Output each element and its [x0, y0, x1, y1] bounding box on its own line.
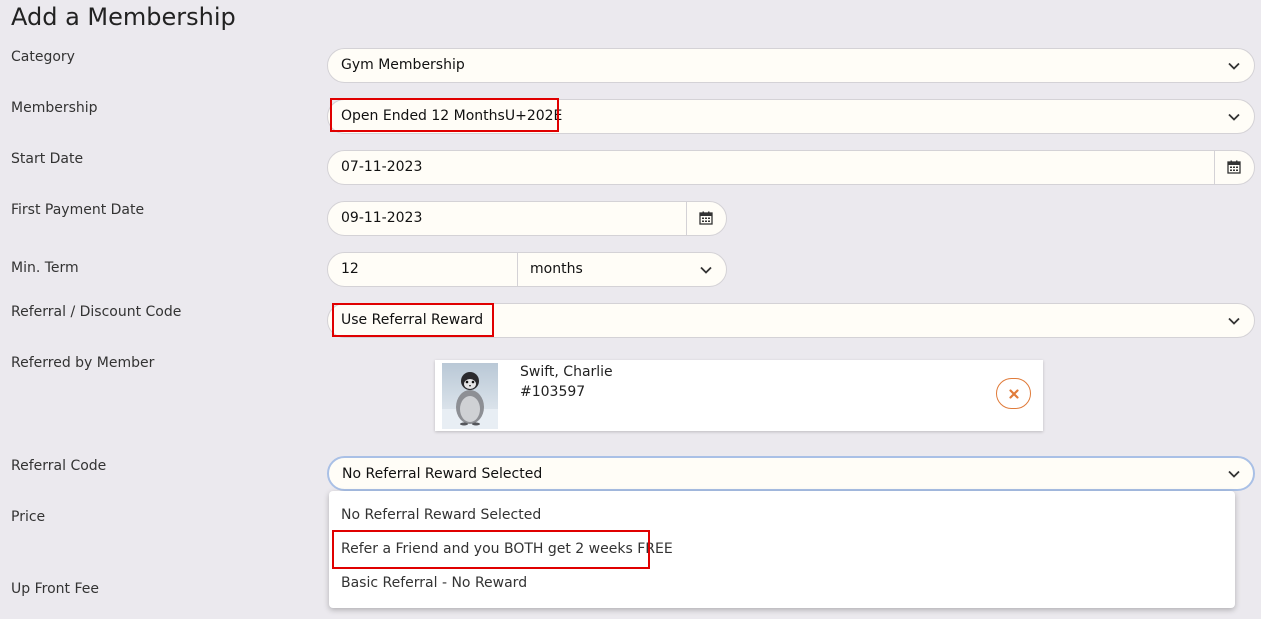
start-date-value: 07-11-2023	[341, 159, 423, 175]
first-payment-date-field[interactable]: 09-11-2023	[327, 201, 727, 236]
penguin-avatar-image	[442, 372, 498, 429]
category-value: Gym Membership	[341, 57, 465, 73]
calendar-icon	[699, 211, 713, 225]
close-icon	[1009, 389, 1019, 399]
calendar-icon	[1227, 160, 1241, 174]
category-label: Category	[11, 49, 75, 65]
up-front-fee-label: Up Front Fee	[11, 581, 99, 597]
page-title: Add a Membership	[11, 3, 236, 31]
referral-discount-highlight	[332, 303, 494, 337]
min-term-group: 12 months	[327, 252, 727, 287]
referred-member-card: Swift, Charlie #103597	[435, 360, 1043, 431]
min-term-label: Min. Term	[11, 260, 79, 276]
chevron-down-icon	[1228, 113, 1240, 121]
chevron-down-icon	[700, 266, 712, 274]
dropdown-option-basic-referral[interactable]: Basic Referral - No Reward	[341, 575, 527, 591]
chevron-down-icon	[1228, 470, 1240, 478]
min-term-unit-select[interactable]: months	[530, 261, 583, 277]
start-date-field[interactable]: 07-11-2023	[327, 150, 1255, 185]
referral-discount-code-label: Referral / Discount Code	[11, 304, 182, 320]
price-label: Price	[11, 509, 46, 525]
referral-code-select[interactable]: No Referral Reward Selected	[327, 456, 1255, 491]
remove-member-button[interactable]	[996, 378, 1031, 409]
refer-a-friend-highlight	[332, 530, 650, 569]
chevron-down-icon	[1228, 62, 1240, 70]
member-id: #103597	[520, 384, 586, 400]
referral-code-value: No Referral Reward Selected	[342, 466, 543, 482]
start-date-calendar-button[interactable]	[1214, 151, 1254, 184]
start-date-label: Start Date	[11, 151, 84, 167]
first-payment-calendar-button[interactable]	[686, 202, 726, 235]
referral-code-label: Referral Code	[11, 458, 107, 474]
chevron-down-icon	[1228, 317, 1240, 325]
member-name: Swift, Charlie	[520, 364, 613, 380]
referred-by-member-label: Referred by Member	[11, 355, 155, 371]
dropdown-option-no-reward-selected[interactable]: No Referral Reward Selected	[341, 507, 541, 523]
avatar	[442, 363, 498, 429]
first-payment-date-label: First Payment Date	[11, 202, 145, 218]
membership-highlight	[330, 98, 559, 132]
membership-label: Membership	[11, 100, 98, 116]
first-payment-date-value: 09-11-2023	[341, 210, 423, 226]
min-term-input[interactable]: 12	[341, 261, 359, 277]
category-select[interactable]: Gym Membership	[327, 48, 1255, 83]
